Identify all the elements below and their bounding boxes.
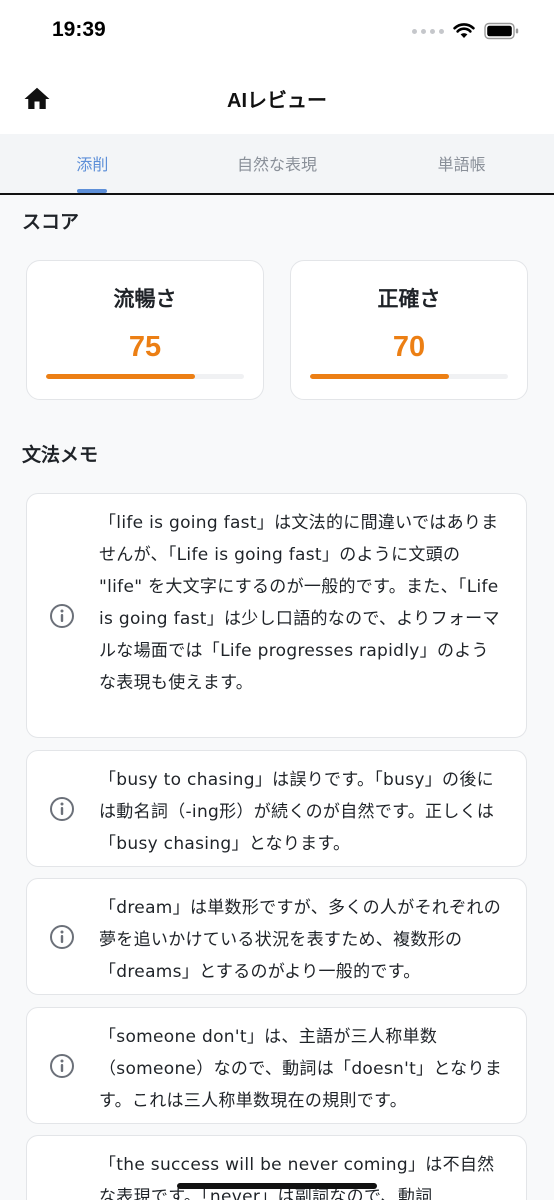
tab-label: 自然な表現 [237,154,318,174]
wifi-icon [453,23,475,38]
status-time: 19:39 [52,18,106,41]
signal-icon [412,28,444,34]
nav-bar: AIレビュー [0,64,554,134]
tab-vocabulary[interactable]: 単語帳 [369,134,554,193]
score-progress-fill [46,374,195,379]
home-indicator [177,1183,377,1189]
grammar-note-text: 「the success will be never coming」は不自然な表… [99,1155,495,1200]
tab-natural-expression[interactable]: 自然な表現 [185,134,370,193]
grammar-note-card: 「the success will be never coming」は不自然な表… [26,1135,527,1200]
accuracy-score-card: 正確さ 70 [290,260,528,400]
score-value: 75 [128,331,162,363]
info-icon [50,797,74,821]
score-progress-bar [310,374,508,379]
battery-icon [484,22,519,40]
score-progress-fill [310,374,449,379]
info-icon [50,604,74,628]
grammar-note-card: 「busy to chasing」は誤りです。「busy」の後には動名詞（-in… [26,750,527,867]
score-label: 正確さ [377,287,441,311]
grammar-note-text: 「busy to chasing」は誤りです。「busy」の後には動名詞（-in… [99,770,495,854]
grammar-note-card: 「life is going fast」は文法的に間違いではありませんが、「Li… [26,493,527,738]
score-progress-bar [46,374,244,379]
fluency-score-card: 流暢さ 75 [26,260,264,400]
grammar-section-title: 文法メモ [22,444,99,466]
score-section-title: スコア [22,211,80,233]
status-icons [412,22,520,40]
info-icon [50,1054,74,1078]
tab-label: 単語帳 [437,154,486,174]
status-bar: 19:39 [0,0,554,64]
grammar-note-text: 「someone don't」は、主語が三人称単数（someone）なので、動詞… [99,1027,503,1111]
grammar-note-card: 「dream」は単数形ですが、多くの人がそれぞれの夢を追いかけている状況を表すた… [26,878,527,995]
grammar-note-card: 「someone don't」は、主語が三人称単数（someone）なので、動詞… [26,1007,527,1124]
page-title: AIレビュー [227,90,327,112]
tab-correction[interactable]: 添削 [0,134,185,193]
grammar-note-text: 「dream」は単数形ですが、多くの人がそれぞれの夢を追いかけている状況を表すた… [99,898,502,982]
score-label: 流暢さ [113,287,177,311]
tab-active-indicator [77,189,108,193]
info-icon [50,925,74,949]
tab-label: 添削 [76,154,109,174]
score-value: 70 [392,331,426,363]
tab-bar: 添削 自然な表現 単語帳 [0,134,554,195]
grammar-note-text: 「life is going fast」は文法的に間違いではありませんが、「Li… [99,513,500,693]
